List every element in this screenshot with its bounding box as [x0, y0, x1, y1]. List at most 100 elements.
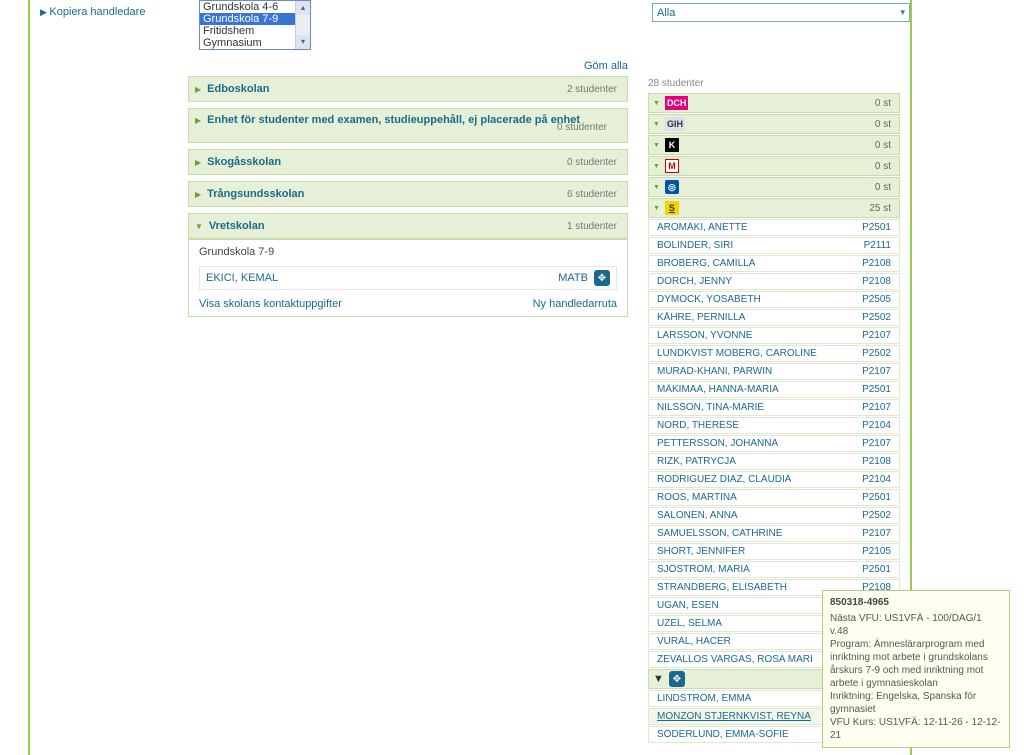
collapse-icon[interactable]: ▼ — [653, 205, 660, 212]
top-row: Kopiera handledare Grundskola 4-6 Grunds… — [32, 0, 1016, 55]
student-row[interactable]: RODRIGUEZ DIAZ, CLAUDIA P2104 — [648, 471, 900, 488]
student-row[interactable]: AROMÄKI, ANETTEP2501 — [648, 219, 900, 236]
student-name[interactable]: DORCH, JENNY — [657, 276, 732, 287]
school-name[interactable]: Skogåsskolan — [207, 156, 281, 168]
level-scrollbar[interactable]: ▴ ▾ — [295, 1, 310, 49]
level-option-selected[interactable]: Grundskola 7-9 — [200, 13, 310, 25]
student-name[interactable]: LINDSTRÖM, EMMA — [657, 693, 751, 704]
student-name[interactable]: NORD, THERESE — [657, 420, 739, 431]
student-name[interactable]: SALONEN, ANNA — [657, 510, 738, 521]
student-row[interactable]: LUNDKVIST MOBERG, CAROLINEP2502 — [648, 345, 900, 362]
student-row[interactable]: BROBERG, CAMILLA P2108 — [648, 255, 900, 272]
filter-dropdown[interactable]: Alla ▾ — [652, 3, 910, 22]
teacher-row[interactable]: EKICI, KEMALMATB✥ — [199, 266, 617, 290]
student-name[interactable]: NILSSON, TINA-MARIE — [657, 402, 764, 413]
student-name[interactable]: SJÖSTRÖM, MARIA — [657, 564, 750, 575]
expand-icon[interactable]: ▼ — [195, 222, 203, 231]
student-row[interactable]: KÅHRE, PERNILLAP2502 — [648, 309, 900, 326]
expand-icon[interactable]: ▶ — [195, 190, 201, 199]
collapse-icon[interactable]: ▼ — [653, 121, 660, 128]
student-row[interactable]: DYMOCK, YOSABETHP2505 — [648, 291, 900, 308]
expand-icon[interactable]: ▶ — [195, 158, 201, 167]
student-name[interactable]: STRANDBERG, ELISABETH — [657, 582, 787, 593]
student-row[interactable]: RIZK, PATRYCJAP2108 — [648, 453, 900, 470]
student-row[interactable]: NORD, THERESEP2104 — [648, 417, 900, 434]
level-option[interactable]: Gymnasium — [200, 37, 310, 49]
teacher-name[interactable]: EKICI, KEMAL — [206, 272, 278, 284]
school-header[interactable]: ▼ Vretskolan1 studenter — [188, 213, 628, 239]
uni-count: 25 st — [869, 203, 891, 214]
student-name[interactable]: KÅHRE, PERNILLA — [657, 312, 745, 323]
scroll-up-icon[interactable]: ▴ — [296, 1, 310, 15]
student-row[interactable]: LARSSON, YVONNEP2107 — [648, 327, 900, 344]
school-header[interactable]: ▶ Enhet för studenter med examen, studie… — [188, 108, 628, 143]
student-name[interactable]: SHORT, JENNIFER — [657, 546, 745, 557]
student-name[interactable]: MONZON STJERNKVIST, REYNA — [657, 711, 811, 722]
student-name[interactable]: BROBERG, CAMILLA — [657, 258, 755, 269]
student-row[interactable]: MÄKIMAA, HANNA-MARIAP2501 — [648, 381, 900, 398]
scroll-down-icon[interactable]: ▾ — [296, 35, 310, 49]
school-header[interactable]: ▶ Edboskolan2 studenter — [188, 76, 628, 102]
university-row[interactable]: ▼GIH0 st — [648, 114, 900, 134]
expand-icon[interactable]: ▶ — [195, 116, 201, 125]
student-code: P2105 — [862, 546, 891, 557]
student-name[interactable]: ROOS, MARTINA — [657, 492, 737, 503]
student-name[interactable]: UGAN, ESEN — [657, 600, 719, 611]
student-name[interactable]: ZEVALLOS VARGAS, ROSA MARI — [657, 654, 813, 665]
level-select[interactable]: Grundskola 4-6 Grundskola 7-9 Fritidshem… — [199, 0, 311, 50]
university-row[interactable]: ▼S25 st — [648, 198, 900, 218]
student-name[interactable]: RIZK, PATRYCJA — [657, 456, 736, 467]
student-name[interactable]: PETTERSSON, JOHANNA — [657, 438, 778, 449]
school-contact-link[interactable]: Visa skolans kontaktuppgifter — [199, 298, 342, 310]
expand-icon[interactable]: ▶ — [195, 85, 201, 94]
student-row[interactable]: ROOS, MARTINA P2501 — [648, 489, 900, 506]
chevron-down-icon: ▾ — [900, 7, 905, 18]
student-row[interactable]: SAMUELSSON, CATHRINEP2107 — [648, 525, 900, 542]
student-row[interactable]: MURAD-KHANI, PARWINP2107 — [648, 363, 900, 380]
school-header[interactable]: ▶ Skogåsskolan0 studenter — [188, 149, 628, 175]
student-row[interactable]: BOLINDER, SIRIP2111 — [648, 237, 900, 254]
student-name[interactable]: AROMÄKI, ANETTE — [657, 222, 748, 233]
student-name[interactable]: SAMUELSSON, CATHRINE — [657, 528, 782, 539]
university-row[interactable]: ▼◎0 st — [648, 177, 900, 197]
collapse-icon[interactable]: ▼ — [653, 184, 660, 191]
student-name[interactable]: SÖDERLUND, EMMA-SOFIE — [657, 729, 789, 740]
school-name[interactable]: Enhet för studenter med examen, studieup… — [207, 114, 580, 126]
collapse-icon[interactable]: ▼ — [653, 142, 660, 149]
student-name[interactable]: UZEL, SELMA — [657, 618, 722, 629]
student-name[interactable]: VURAL, HACER — [657, 636, 731, 647]
student-name[interactable]: DYMOCK, YOSABETH — [657, 294, 761, 305]
level-option[interactable]: Fritidshem — [200, 25, 310, 37]
student-row[interactable]: SHORT, JENNIFER P2105 — [648, 543, 900, 560]
school-name[interactable]: Edboskolan — [207, 83, 269, 95]
university-row[interactable]: ▼M0 st — [648, 156, 900, 176]
level-option[interactable]: Grundskola 4-6 — [200, 1, 310, 13]
university-row[interactable]: ▼DCH0 st — [648, 93, 900, 113]
student-code: P2108 — [862, 258, 891, 269]
school-name[interactable]: Trångsundsskolan — [207, 188, 304, 200]
new-supervisor-link[interactable]: Ny handledarruta — [533, 298, 617, 310]
student-code: P2104 — [862, 474, 891, 485]
student-name[interactable]: MURAD-KHANI, PARWIN — [657, 366, 772, 377]
student-row[interactable]: DORCH, JENNYP2108 — [648, 273, 900, 290]
student-name[interactable]: LARSSON, YVONNE — [657, 330, 752, 341]
student-name[interactable]: MÄKIMAA, HANNA-MARIA — [657, 384, 779, 395]
student-name[interactable]: RODRIGUEZ DIAZ, CLAUDIA — [657, 474, 791, 485]
copy-supervisor-link[interactable]: Kopiera handledare — [40, 6, 145, 18]
student-name[interactable]: BOLINDER, SIRI — [657, 240, 733, 251]
student-row[interactable]: SALONEN, ANNA P2502 — [648, 507, 900, 524]
student-row[interactable]: PETTERSSON, JOHANNAP2107 — [648, 435, 900, 452]
student-row[interactable]: SJÖSTRÖM, MARIAP2501 — [648, 561, 900, 578]
hide-all-link[interactable]: Göm alla — [584, 60, 628, 72]
student-code: P2501 — [862, 492, 891, 503]
school-name[interactable]: Vretskolan — [209, 220, 265, 232]
student-name[interactable]: LUNDKVIST MOBERG, CAROLINE — [657, 348, 817, 359]
collapse-icon[interactable]: ▼ — [653, 673, 664, 685]
university-row[interactable]: ▼K0 st — [648, 135, 900, 155]
collapse-icon[interactable]: ▼ — [653, 100, 660, 107]
school-header[interactable]: ▶ Trångsundsskolan6 studenter — [188, 181, 628, 207]
student-row[interactable]: NILSSON, TINA-MARIEP2107 — [648, 399, 900, 416]
collapse-icon[interactable]: ▼ — [653, 163, 660, 170]
assign-icon[interactable]: ✥ — [594, 270, 610, 286]
student-code: P2502 — [862, 510, 891, 521]
